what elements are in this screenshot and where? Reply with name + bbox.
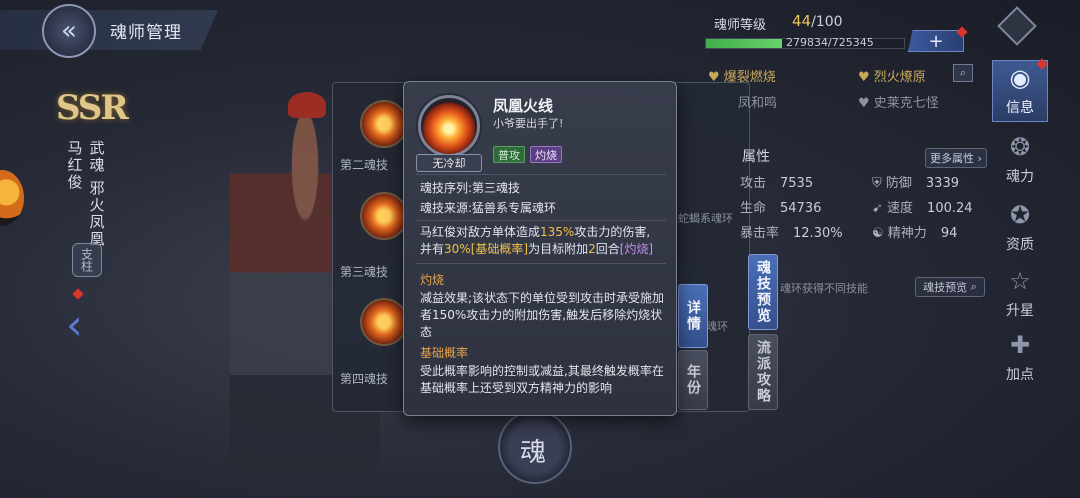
stat-spirit: ☯ 精神力 94 xyxy=(872,226,958,241)
skill-quote: 小爷要出手了! xyxy=(493,117,564,130)
tag-normal-attack: 普攻 xyxy=(493,146,525,163)
xp-progress-fill xyxy=(706,39,783,48)
skill-detail-popup: 无冷却 凤凰火线 小爷要出手了! 普攻 灼烧 魂技序列:第三魂技 魂技来源:猛兽… xyxy=(403,81,677,416)
ring-hint-text: 魂环获得不同技能 xyxy=(780,282,868,295)
ability-1[interactable]: ♥ 爆裂燃烧 xyxy=(708,66,776,85)
cooldown-badge: 无冷却 xyxy=(416,154,482,172)
add-point-icon: ✚ xyxy=(1009,331,1031,359)
menu-diamond-icon[interactable] xyxy=(997,6,1037,46)
burn-description: 减益效果;该状态下的单位受到攻击时承受施加者150%攻击力的附加伤害,触发后移除… xyxy=(420,291,665,339)
stat-attack: 攻击 7535 xyxy=(740,176,814,191)
martial-soul-name: 邪火凤凰 xyxy=(87,180,106,248)
prev-character-icon[interactable]: ‹ xyxy=(66,300,83,349)
stat-crit: 暴击率 12.30% xyxy=(740,226,843,241)
rarity-badge: SSR xyxy=(56,88,129,128)
ring-source-text: 蛇蝎系魂环 xyxy=(678,212,733,225)
ability-2[interactable]: ♥ 烈火燎原 xyxy=(858,66,926,85)
aptitude-icon: ✪ xyxy=(1009,201,1031,229)
page-title: 魂师管理 xyxy=(110,23,182,43)
skill-source: 魂技来源:猛兽系专属魂环 xyxy=(420,201,557,215)
ring-source-text-2: 魂环 xyxy=(706,320,728,333)
skill-icon-3[interactable] xyxy=(360,192,408,240)
fire-skill-icon xyxy=(418,95,480,157)
stat-speed: ➹ 速度 100.24 xyxy=(872,201,973,216)
divider xyxy=(416,174,666,175)
skill-icon-4[interactable] xyxy=(360,298,408,346)
xp-text: 279834/725345 xyxy=(786,36,874,49)
pet-avatar-icon[interactable] xyxy=(0,170,24,226)
skill-description-line-2: 并有30%[基础概率]为目标附加2回合[灼烧] xyxy=(420,242,654,256)
header-bar xyxy=(0,10,218,50)
nav-info[interactable]: ◉ 信息 xyxy=(992,60,1048,122)
nav-add-point[interactable]: ✚ 加点 xyxy=(992,326,1048,388)
rate-description: 受此概率影响的控制或减益,其最终触发概率在基础概率上还受到双方精神力的影响 xyxy=(420,364,664,395)
ability-4[interactable]: ♥ 史莱克七怪 xyxy=(858,92,939,111)
notification-dot xyxy=(72,288,84,300)
info-icon: ◉ xyxy=(1009,64,1031,92)
skill-icon-2[interactable] xyxy=(360,100,408,148)
skill-row-label: 第二魂技 xyxy=(340,158,389,172)
character-hair xyxy=(288,92,326,118)
skill-row-label: 第四魂技 xyxy=(340,372,389,386)
soul-button-label: 魂 xyxy=(520,438,547,468)
character-name: 马红俊 xyxy=(65,140,84,191)
stat-defense: ⛨ 防御 3339 xyxy=(872,176,959,191)
attributes-title: 属性 xyxy=(742,149,770,165)
star-up-icon: ☆ xyxy=(1009,267,1031,295)
stat-hp: 生命 54736 xyxy=(740,201,822,216)
skill-name: 凤凰火线 xyxy=(493,97,554,115)
skill-sequence: 魂技序列:第三魂技 xyxy=(420,181,521,195)
rate-section-title: 基础概率 xyxy=(420,346,469,360)
nav-star-up[interactable]: ☆ 升星 xyxy=(992,262,1048,324)
level-up-button[interactable]: + xyxy=(908,30,964,52)
soul-power-icon: ❂ xyxy=(1009,133,1031,161)
back-arrow-icon[interactable]: « xyxy=(42,4,96,58)
martial-soul-label: 武魂 xyxy=(87,140,106,174)
level-label: 魂师等级 xyxy=(714,18,767,33)
skill-preview-search-button[interactable]: 魂技预览 ⌕ xyxy=(915,277,985,297)
divider xyxy=(416,220,666,221)
more-attributes-button[interactable]: 更多属性 › xyxy=(925,148,987,168)
divider xyxy=(416,263,666,264)
level-value: 44/100 xyxy=(792,12,843,30)
type-tag: 支柱 xyxy=(72,243,102,277)
ability-3[interactable]: 凤和鸣 xyxy=(738,92,777,111)
tab-skill-preview[interactable]: 魂技预览 xyxy=(748,254,778,330)
skill-row-label: 第三魂技 xyxy=(340,265,389,279)
nav-soul-power[interactable]: ❂ 魂力 xyxy=(992,128,1048,190)
tag-burn: 灼烧 xyxy=(530,146,562,163)
burn-section-title: 灼烧 xyxy=(420,273,445,287)
tab-year[interactable]: 年份 xyxy=(678,350,708,410)
tab-school-strategy[interactable]: 流派攻略 xyxy=(748,334,778,410)
tab-detail[interactable]: 详情 xyxy=(678,284,708,348)
nav-aptitude[interactable]: ✪ 资质 xyxy=(992,196,1048,258)
skill-description-line-1: 马红俊对敌方单体造成135%攻击力的伤害, xyxy=(420,225,651,239)
search-icon[interactable]: ⌕ xyxy=(953,64,973,82)
